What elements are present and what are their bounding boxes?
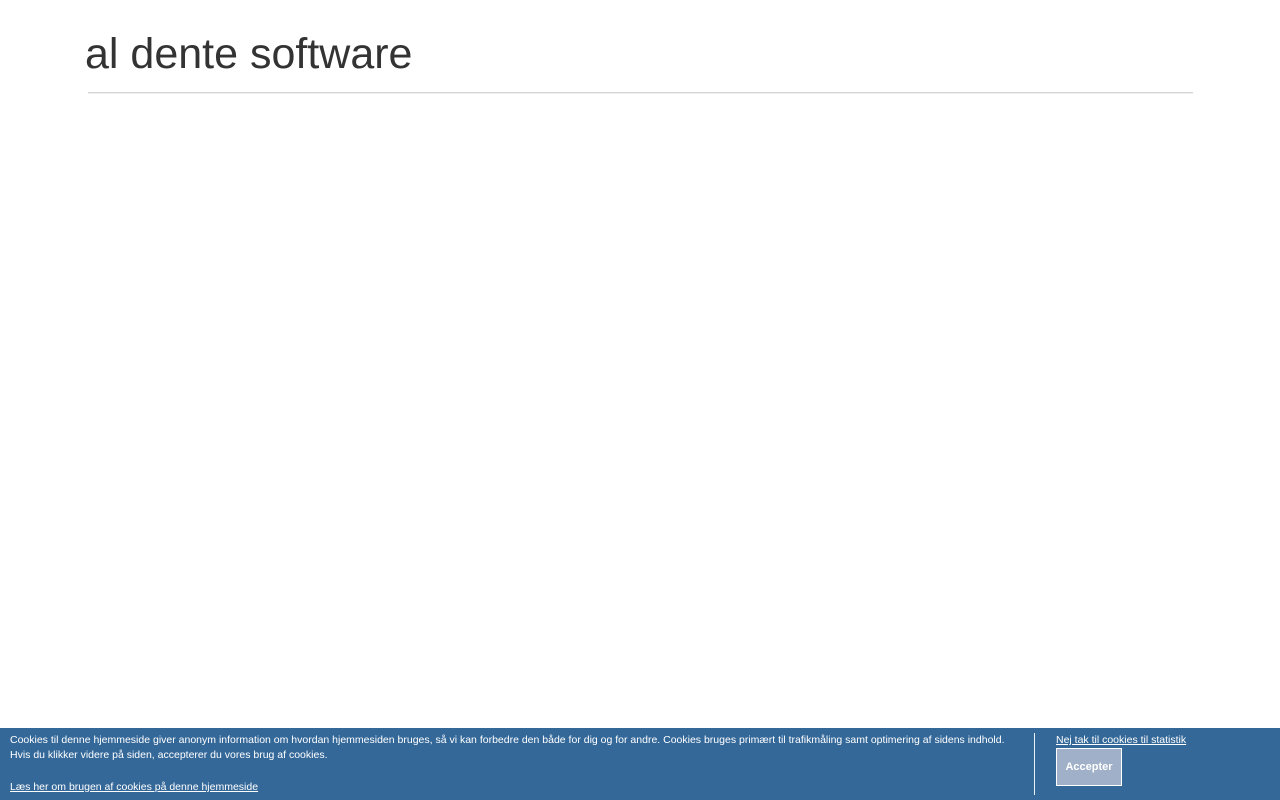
cookie-decline-link[interactable]: Nej tak til cookies til statistik [1056, 733, 1186, 748]
cookie-consent-bar: Cookies til denne hjemmeside giver anony… [0, 728, 1280, 800]
cookie-accept-button[interactable]: Accepter [1056, 748, 1122, 786]
site-header: al dente software [85, 28, 1195, 80]
page: al dente software Cookies til denne hjem… [0, 0, 1280, 800]
site-title[interactable]: al dente software [85, 28, 1195, 80]
cookie-actions: Nej tak til cookies til statistik Accept… [1056, 733, 1186, 786]
cookie-info: Cookies til denne hjemmeside giver anony… [10, 733, 1020, 763]
cookie-divider [1034, 733, 1035, 795]
cookie-message: Cookies til denne hjemmeside giver anony… [10, 734, 1005, 761]
cookie-read-more-link[interactable]: Læs her om brugen af cookies på denne hj… [10, 780, 258, 795]
header-divider [88, 92, 1193, 93]
